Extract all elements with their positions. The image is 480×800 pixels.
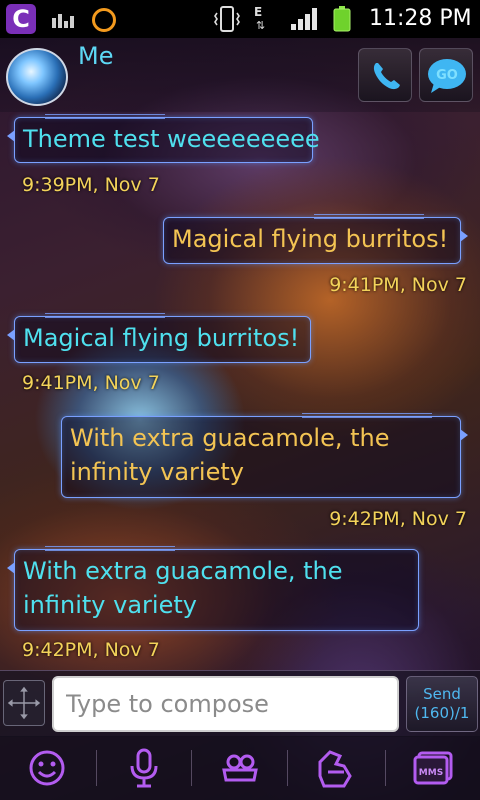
expand-compose-button[interactable] (3, 680, 45, 726)
contact-avatar[interactable] (6, 48, 68, 106)
message-bubble-outgoing[interactable]: Magical flying burritos! (163, 214, 468, 264)
phone-icon (373, 63, 400, 90)
go-label: GO (436, 68, 458, 83)
attachment-button[interactable] (310, 742, 362, 794)
bottom-toolbar: MMS (0, 736, 480, 800)
call-button[interactable] (358, 48, 412, 102)
microphone-icon (130, 748, 158, 788)
expand-arrows-icon (7, 686, 41, 720)
data-usage-icon (52, 10, 78, 28)
app-notification-icon: C (6, 4, 36, 34)
message-timestamp: 9:39PM, Nov 7 (22, 174, 160, 196)
message-text: Theme test weeeeeeeee (23, 125, 320, 153)
go-chat-button[interactable]: GO (419, 48, 473, 102)
message-timestamp: 9:41PM, Nov 7 (22, 372, 160, 394)
smiley-icon (29, 750, 65, 786)
data-activity-icon: ⇅ (256, 19, 266, 32)
message-timestamp: 9:41PM, Nov 7 (329, 274, 467, 296)
compose-input[interactable] (52, 676, 399, 732)
message-bubble-outgoing[interactable]: With extra guacamole, the infinity varie… (61, 413, 468, 498)
message-text: Magical flying burritos! (172, 225, 449, 253)
mms-label: MMS (419, 768, 443, 778)
voice-input-button[interactable] (118, 742, 170, 794)
sync-notification-icon (92, 8, 116, 32)
gift-icon (222, 754, 258, 782)
contact-name: Me (78, 42, 114, 70)
clock: 11:28 PM (369, 6, 472, 31)
message-text: With extra guacamole, the infinity varie… (23, 557, 343, 619)
message-timestamp: 9:42PM, Nov 7 (22, 639, 160, 661)
compose-bar: Send (160)/1 (0, 670, 480, 737)
go-chat-icon: GO (428, 59, 466, 93)
mms-button[interactable]: MMS (408, 742, 460, 794)
gift-button[interactable] (214, 742, 266, 794)
emoji-button[interactable] (21, 742, 73, 794)
status-bar: C E ⇅ 11:28 PM (0, 0, 480, 38)
send-label: Send (423, 685, 461, 703)
battery-icon (333, 6, 351, 32)
conversation-header: Me GO (0, 38, 480, 112)
attachment-icon (318, 750, 352, 788)
message-bubble-incoming[interactable]: Theme test weeeeeeeee (7, 114, 320, 163)
mms-icon: MMS (413, 751, 453, 785)
send-button[interactable]: Send (160)/1 (406, 676, 478, 732)
message-bubble-incoming[interactable]: Magical flying burritos! (7, 313, 311, 363)
vibrate-icon (214, 6, 240, 32)
network-type-label: E (254, 5, 263, 19)
character-counter: (160)/1 (414, 704, 470, 722)
message-timestamp: 9:42PM, Nov 7 (329, 508, 467, 530)
message-text: Magical flying burritos! (23, 324, 300, 352)
message-bubble-incoming[interactable]: With extra guacamole, the infinity varie… (7, 546, 419, 631)
message-text: With extra guacamole, the infinity varie… (70, 424, 390, 486)
signal-strength-icon (291, 8, 319, 30)
